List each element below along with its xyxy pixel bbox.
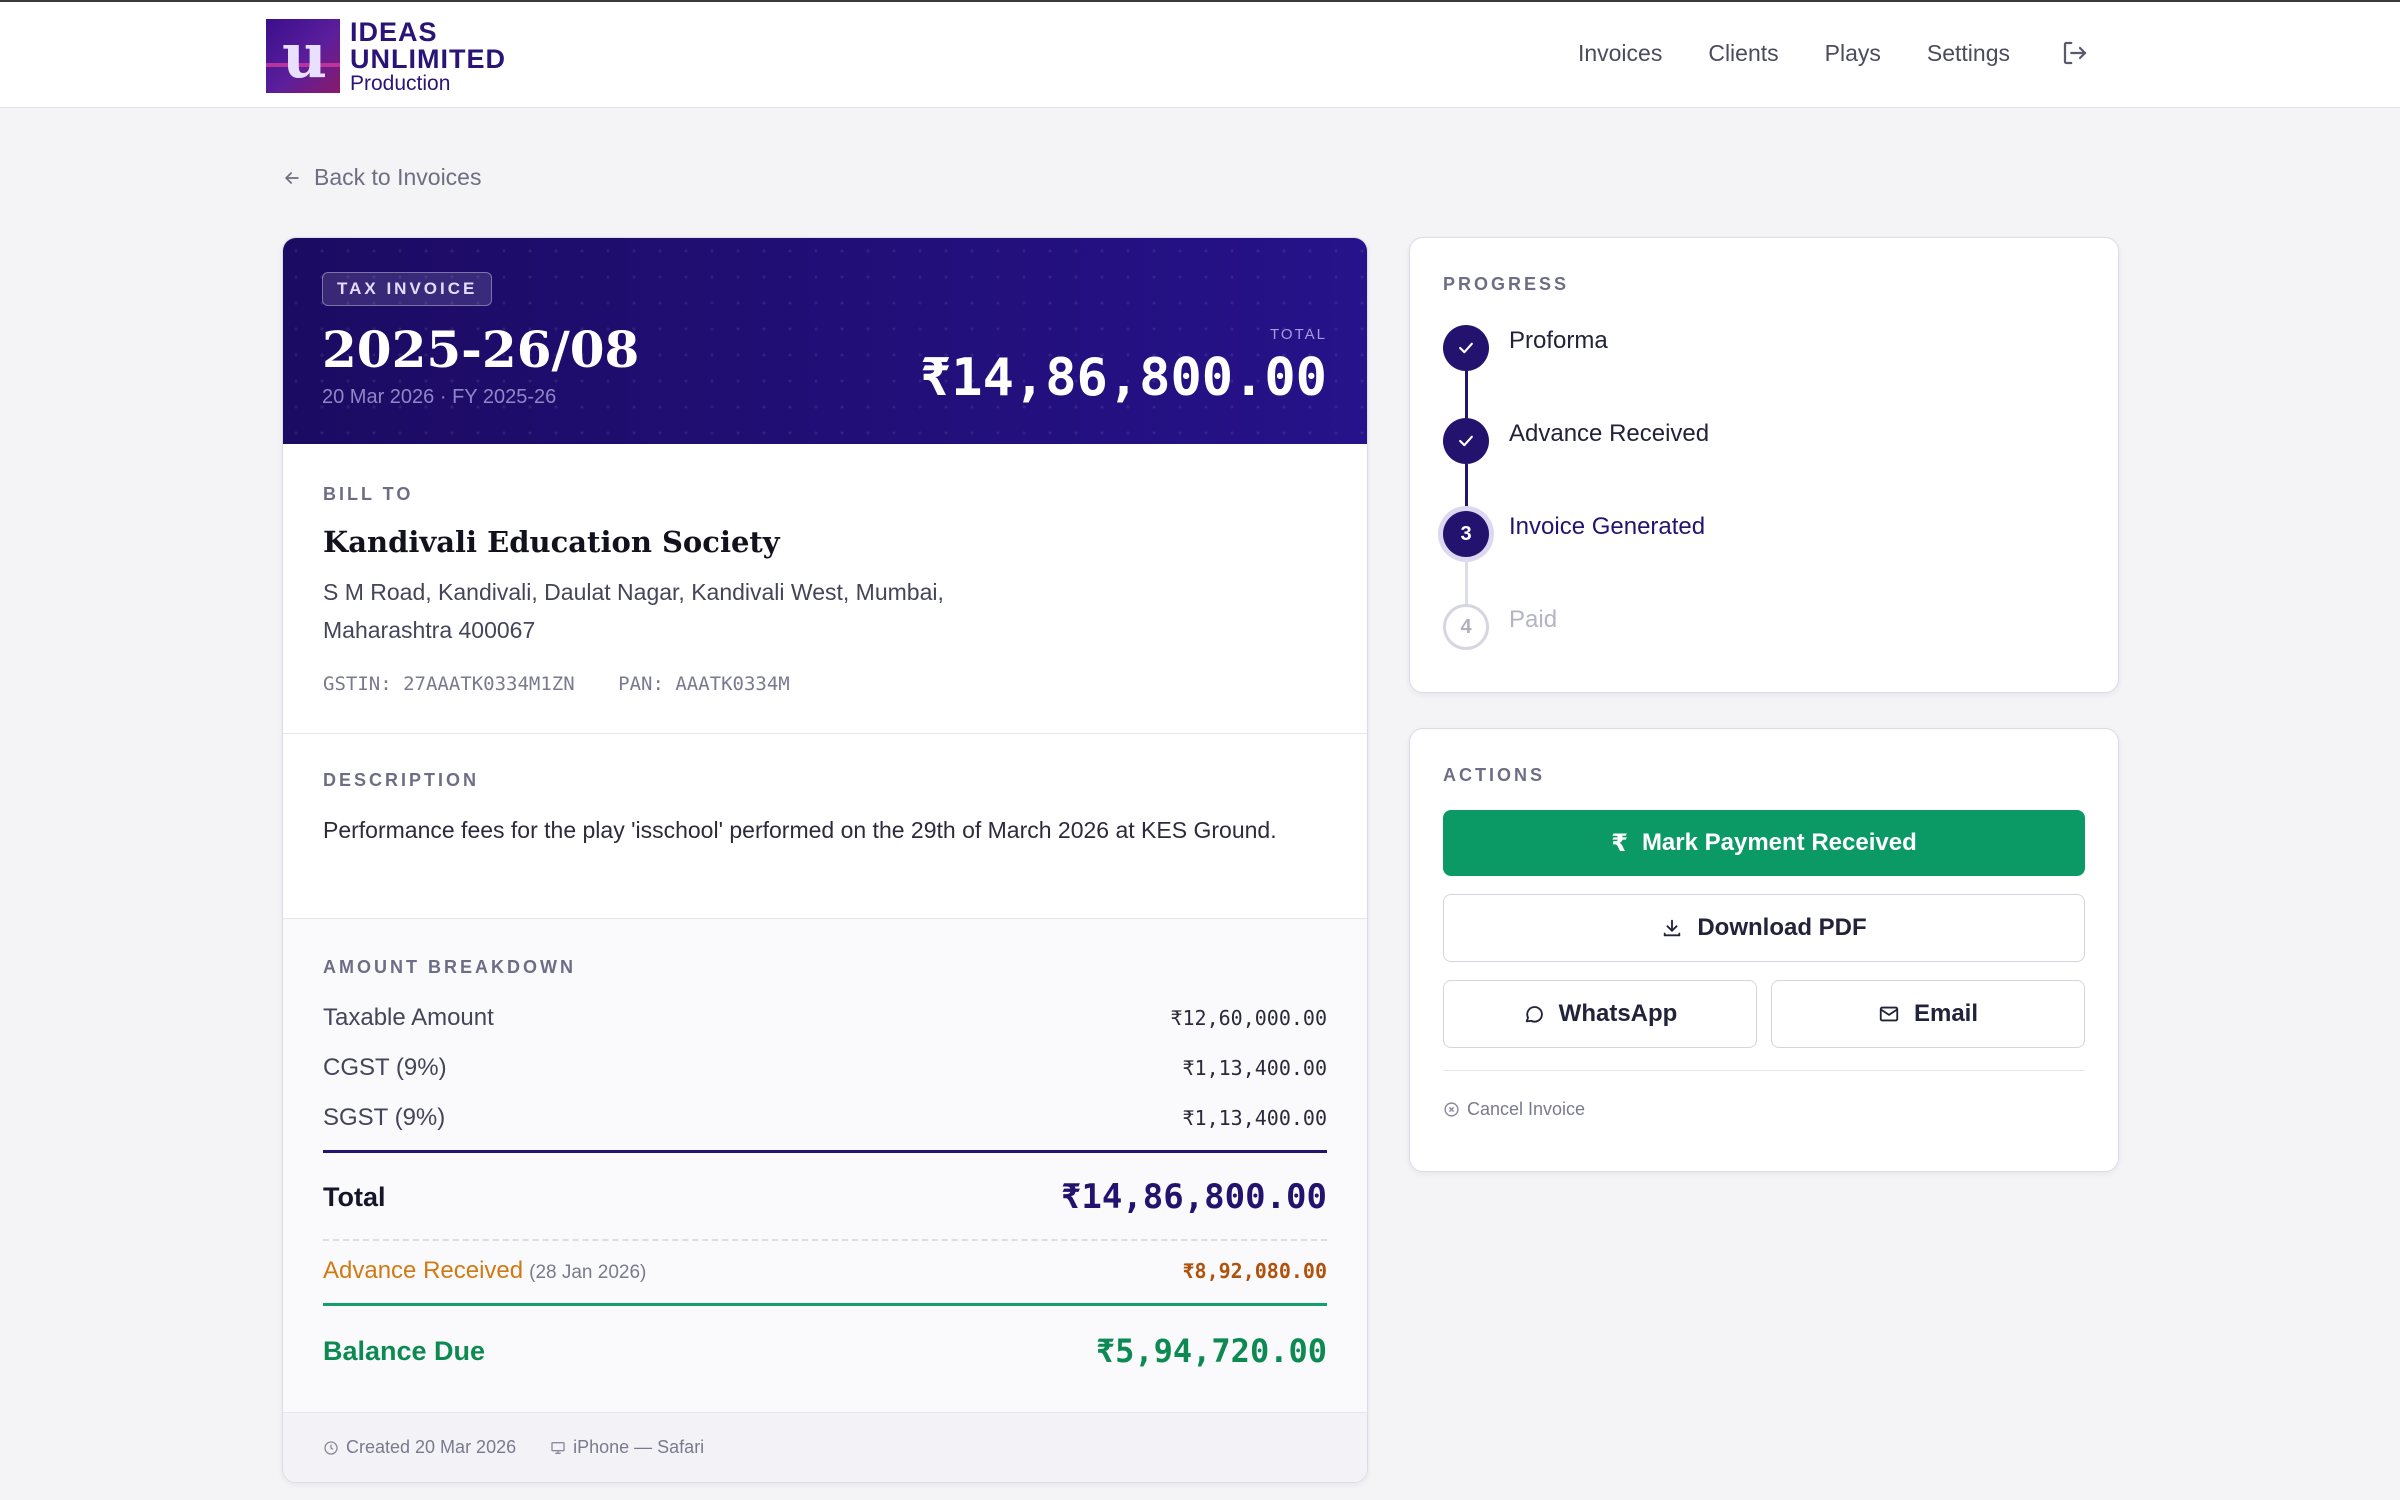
step-proforma: Proforma bbox=[1443, 317, 2085, 418]
total-label: TOTAL bbox=[1270, 326, 1327, 343]
client-name: Kandivali Education Society bbox=[323, 525, 780, 559]
progress-steps: Proforma Advance Received 3 Invoice Gene… bbox=[1443, 317, 2085, 689]
step-label: Paid bbox=[1509, 606, 1558, 633]
step-label: Invoice Generated bbox=[1509, 513, 1706, 540]
email-label: Email bbox=[1913, 1000, 1979, 1027]
clock-icon bbox=[324, 1440, 338, 1455]
created-text: Created 20 Mar 2026 bbox=[346, 1437, 517, 1457]
whatsapp-label: WhatsApp bbox=[1558, 1000, 1678, 1027]
main-nav: Invoices Clients Plays Settings bbox=[1532, 38, 2090, 68]
cancel-invoice-link[interactable]: Cancel Invoice bbox=[1443, 1099, 2085, 1120]
download-pdf-button[interactable]: Download PDF bbox=[1443, 894, 2085, 962]
step-label: Proforma bbox=[1509, 327, 1608, 354]
invoice-total: ₹14,86,800.00 bbox=[920, 348, 1327, 408]
advance-row: Advance Received (28 Jan 2026) ₹8,92,080.… bbox=[323, 1257, 1327, 1285]
balance-label: Balance Due bbox=[323, 1335, 486, 1366]
balance-value: ₹5,94,720.00 bbox=[1095, 1332, 1327, 1370]
client-tax-ids: GSTIN: 27AAATK0334M1ZN PAN: AAATK0334M bbox=[323, 673, 1327, 695]
whatsapp-button[interactable]: WhatsApp bbox=[1443, 980, 1757, 1048]
download-label: Download PDF bbox=[1697, 914, 1867, 941]
brand-logo[interactable]: u IDEAS UNLIMITED Production bbox=[266, 18, 506, 94]
brand-wordmark: IDEAS UNLIMITED Production bbox=[350, 16, 506, 95]
step-number: 3 bbox=[1443, 511, 1489, 557]
nav-clients[interactable]: Clients bbox=[1708, 40, 1778, 67]
bill-to-section: BILL TO Kandivali Education Society S M … bbox=[283, 444, 1367, 734]
created-meta: Created 20 Mar 2026 bbox=[323, 1437, 516, 1458]
total-row: Total ₹14,86,800.00 bbox=[323, 1177, 1327, 1217]
step-number: 4 bbox=[1443, 604, 1489, 650]
breakdown-row: CGST (9%) ₹1,13,400.00 bbox=[323, 1054, 1327, 1082]
client-gstin: GSTIN: 27AAATK0334M1ZN bbox=[323, 673, 575, 695]
breakdown-row: SGST (9%) ₹1,13,400.00 bbox=[323, 1104, 1327, 1132]
mail-icon bbox=[1879, 1006, 1899, 1022]
check-icon bbox=[1443, 418, 1489, 464]
advance-date: (28 Jan 2026) bbox=[529, 1262, 647, 1283]
monitor-icon bbox=[551, 1441, 565, 1454]
logout-icon[interactable] bbox=[2060, 38, 2090, 68]
row-label: SGST (9%) bbox=[323, 1104, 446, 1131]
brand-line-3: Production bbox=[350, 71, 451, 95]
brand-line-2: UNLIMITED bbox=[350, 43, 506, 74]
advance-label: Advance Received bbox=[323, 1257, 524, 1284]
arrow-left-icon bbox=[285, 171, 299, 184]
amount-breakdown: AMOUNT BREAKDOWN Taxable Amount ₹12,60,0… bbox=[283, 919, 1367, 1412]
invoice-number: 2025-26/08 bbox=[322, 320, 640, 379]
bill-to-label: BILL TO bbox=[323, 484, 414, 504]
invoice-header: TAX INVOICE 2025-26/08 20 Mar 2026 · FY … bbox=[283, 238, 1367, 444]
row-label: CGST (9%) bbox=[323, 1054, 447, 1081]
breakdown-label: AMOUNT BREAKDOWN bbox=[323, 957, 576, 977]
close-circle-icon bbox=[1444, 1102, 1459, 1117]
check-icon bbox=[1443, 325, 1489, 371]
share-buttons: WhatsApp Email bbox=[1443, 980, 2085, 1048]
balance-divider bbox=[323, 1303, 1327, 1306]
brand-line-1: IDEAS bbox=[350, 16, 438, 47]
client-pan: PAN: AAATK0334M bbox=[618, 673, 790, 695]
mark-payment-received-button[interactable]: ₹ Mark Payment Received bbox=[1443, 810, 2085, 876]
progress-label: PROGRESS bbox=[1443, 274, 1570, 294]
invoice-type-badge: TAX INVOICE bbox=[322, 272, 493, 306]
actions-label: ACTIONS bbox=[1443, 765, 1545, 785]
dashed-divider bbox=[323, 1239, 1327, 1241]
total-row-label: Total bbox=[323, 1181, 386, 1212]
progress-panel: PROGRESS Proforma Advance Received 3 Inv… bbox=[1409, 237, 2119, 693]
rupee-icon: ₹ bbox=[1611, 829, 1628, 857]
balance-row: Balance Due ₹5,94,720.00 bbox=[323, 1332, 1327, 1370]
step-advance-received: Advance Received bbox=[1443, 410, 2085, 511]
total-divider bbox=[323, 1150, 1327, 1153]
top-navbar: u IDEAS UNLIMITED Production Invoices Cl… bbox=[0, 0, 2400, 108]
device-meta: iPhone — Safari bbox=[550, 1437, 704, 1458]
row-value: ₹1,13,400.00 bbox=[1182, 1056, 1328, 1080]
step-paid: 4 Paid bbox=[1443, 596, 2085, 689]
invoice-card: TAX INVOICE 2025-26/08 20 Mar 2026 · FY … bbox=[282, 237, 1368, 1483]
back-to-invoices-link[interactable]: Back to Invoices bbox=[282, 164, 481, 191]
device-text: iPhone — Safari bbox=[573, 1437, 705, 1457]
invoice-date: 20 Mar 2026 · FY 2025-26 bbox=[322, 386, 557, 408]
actions-divider bbox=[1443, 1070, 2085, 1071]
row-value: ₹1,13,400.00 bbox=[1182, 1106, 1328, 1130]
description-section: DESCRIPTION Performance fees for the pla… bbox=[283, 734, 1367, 919]
total-row-value: ₹14,86,800.00 bbox=[1060, 1177, 1327, 1217]
mark-payment-label: Mark Payment Received bbox=[1641, 829, 1917, 856]
advance-value: ₹8,92,080.00 bbox=[1182, 1259, 1328, 1283]
breakdown-row: Taxable Amount ₹12,60,000.00 bbox=[323, 1004, 1327, 1032]
actions-panel: ACTIONS ₹ Mark Payment Received Download… bbox=[1409, 728, 2119, 1172]
cancel-label: Cancel Invoice bbox=[1467, 1099, 1586, 1119]
step-label: Advance Received bbox=[1509, 420, 1710, 447]
email-button[interactable]: Email bbox=[1771, 980, 2085, 1048]
nav-settings[interactable]: Settings bbox=[1927, 40, 2010, 67]
logo-mark-icon: u bbox=[266, 19, 340, 93]
row-label: Taxable Amount bbox=[323, 1004, 494, 1031]
row-value: ₹12,60,000.00 bbox=[1170, 1006, 1327, 1030]
download-icon bbox=[1664, 919, 1681, 937]
nav-plays[interactable]: Plays bbox=[1825, 40, 1881, 67]
chat-bubble-icon bbox=[1525, 1006, 1543, 1023]
back-link-label: Back to Invoices bbox=[314, 164, 482, 190]
description-text: Performance fees for the play 'isschool'… bbox=[323, 817, 1277, 843]
client-address: S M Road, Kandivali, Daulat Nagar, Kandi… bbox=[323, 579, 944, 643]
nav-invoices[interactable]: Invoices bbox=[1578, 40, 1662, 67]
step-invoice-generated: 3 Invoice Generated bbox=[1443, 503, 2085, 604]
description-label: DESCRIPTION bbox=[323, 770, 480, 790]
invoice-meta-footer: Created 20 Mar 2026 iPhone — Safari bbox=[283, 1412, 1367, 1482]
